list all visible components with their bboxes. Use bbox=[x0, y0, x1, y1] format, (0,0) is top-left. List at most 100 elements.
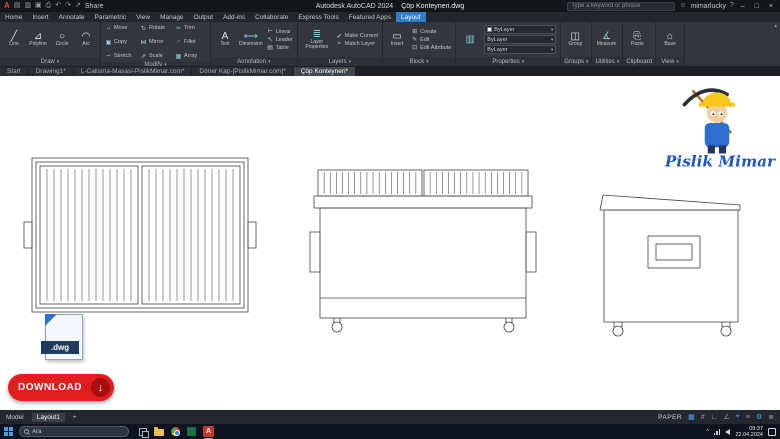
snap-icon[interactable]: # bbox=[701, 414, 705, 421]
trim-tool-button[interactable]: ✂Trim bbox=[175, 25, 206, 32]
start-button[interactable] bbox=[4, 427, 13, 436]
table-tool-button[interactable]: ▤Table bbox=[267, 44, 293, 51]
make-current-button[interactable]: ✔Make Current bbox=[336, 33, 378, 40]
panel-label-clipboard[interactable]: Clipboard bbox=[623, 57, 655, 66]
polar-tracking-icon[interactable]: ∠ bbox=[724, 413, 730, 421]
maximize-button[interactable]: □ bbox=[752, 3, 762, 10]
plot-icon[interactable]: ⎙ bbox=[46, 0, 52, 12]
ribbon-tab-express-tools[interactable]: Express Tools bbox=[293, 12, 343, 22]
edit-attribute-button[interactable]: ⊡Edit Attribute bbox=[411, 44, 451, 51]
autocad-logo-icon[interactable]: A bbox=[4, 0, 10, 12]
close-button[interactable]: × bbox=[766, 3, 776, 10]
minimize-button[interactable]: – bbox=[738, 3, 748, 10]
group-button[interactable]: ◫ Group bbox=[565, 31, 585, 48]
move-tool-button[interactable]: ↔Move bbox=[105, 25, 136, 31]
share-label[interactable]: Share bbox=[85, 3, 104, 10]
lineweight-dropdown[interactable]: ByLayer▾ bbox=[484, 45, 556, 54]
ribbon-tab-output[interactable]: Output bbox=[189, 12, 219, 22]
text-tool-button[interactable]: A Text bbox=[215, 31, 235, 48]
ribbon-tab-annotate[interactable]: Annotate bbox=[54, 12, 90, 22]
taskbar-search[interactable] bbox=[19, 426, 129, 437]
panel-label-groups[interactable]: Groups ▾ bbox=[561, 57, 591, 66]
color-dropdown[interactable]: ByLayer▾ bbox=[484, 25, 556, 34]
excel-icon[interactable] bbox=[187, 427, 196, 436]
file-tab-start[interactable]: Start bbox=[0, 67, 28, 76]
ribbon-tab-layout[interactable]: Layout bbox=[396, 12, 426, 22]
grid-icon[interactable]: ▦ bbox=[688, 413, 695, 421]
file-explorer-icon[interactable] bbox=[154, 429, 164, 436]
download-button[interactable]: DOWNLOAD ↓ bbox=[8, 374, 114, 401]
mirror-tool-button[interactable]: ⋈Mirror bbox=[140, 39, 171, 46]
panel-label-view[interactable]: View ▾ bbox=[656, 57, 684, 66]
panel-label-layers[interactable]: Layers ▾ bbox=[298, 57, 382, 66]
polyline-tool-button[interactable]: ⊿ Polyline bbox=[28, 31, 48, 48]
array-tool-button[interactable]: ▦Array bbox=[175, 53, 206, 60]
taskbar-clock[interactable]: 09:37 22.04.2024 bbox=[735, 426, 763, 438]
open-file-icon[interactable]: ▥ bbox=[24, 0, 31, 12]
measure-button[interactable]: ∡ Measure bbox=[596, 31, 616, 48]
edit-block-button[interactable]: ✎Edit bbox=[411, 36, 451, 43]
panel-label-annotation[interactable]: Annotation ▾ bbox=[211, 57, 297, 66]
rotate-tool-button[interactable]: ↻Rotate bbox=[140, 25, 171, 32]
add-layout-button[interactable]: + bbox=[73, 414, 77, 421]
panel-label-draw[interactable]: Draw ▾ bbox=[0, 57, 100, 66]
help-icon[interactable]: ? bbox=[730, 0, 734, 12]
ribbon-tab-featured-apps[interactable]: Featured Apps bbox=[344, 12, 396, 22]
file-tab-calisma-masasi[interactable]: L-Calisma-Masasi-PislikMimar.com* bbox=[74, 67, 192, 76]
insert-block-button[interactable]: ▭ Insert bbox=[387, 31, 407, 48]
workspace-gear-icon[interactable]: ⚙ bbox=[756, 413, 762, 421]
paper-space-toggle[interactable]: PAPER bbox=[658, 414, 682, 421]
file-tab-doner-kap[interactable]: Döner Kap-[PislikMimar.com]* bbox=[192, 67, 292, 76]
panel-label-utilities[interactable]: Utilities ▾ bbox=[592, 57, 622, 66]
undo-icon[interactable]: ↶ bbox=[55, 0, 61, 12]
paste-button[interactable]: ⎘ Paste bbox=[627, 31, 647, 48]
linetype-dropdown[interactable]: ByLayer▾ bbox=[484, 35, 556, 44]
copy-tool-button[interactable]: ▣Copy bbox=[105, 39, 136, 46]
new-file-icon[interactable]: ▤ bbox=[14, 0, 21, 12]
ribbon-tab-manage[interactable]: Manage bbox=[155, 12, 189, 22]
fillet-tool-button[interactable]: ◜Fillet bbox=[175, 39, 206, 46]
autocad-taskbar-icon[interactable]: A bbox=[203, 426, 214, 437]
ribbon-collapse-icon[interactable]: ▴ bbox=[774, 23, 777, 29]
panel-label-block[interactable]: Block ▾ bbox=[383, 57, 455, 66]
ribbon-tab-insert[interactable]: Insert bbox=[27, 12, 53, 22]
username-label[interactable]: mimarlucky bbox=[690, 3, 725, 10]
osnap-icon[interactable]: ⌖ bbox=[736, 413, 740, 421]
match-properties-button[interactable]: ▥ bbox=[460, 34, 480, 45]
circle-tool-button[interactable]: ○ Circle bbox=[52, 31, 72, 48]
taskbar-search-input[interactable] bbox=[32, 429, 124, 435]
arc-tool-button[interactable]: ◠ Arc bbox=[76, 31, 96, 48]
layer-properties-button[interactable]: ≣ Layer Properties bbox=[302, 29, 332, 51]
volume-icon[interactable] bbox=[725, 429, 730, 435]
ribbon-tab-home[interactable]: Home bbox=[0, 12, 27, 22]
ribbon-tab-view[interactable]: View bbox=[131, 12, 155, 22]
tray-expand-icon[interactable]: ^ bbox=[706, 429, 709, 435]
base-view-button[interactable]: ⌂ Base bbox=[660, 31, 680, 48]
layout1-tab[interactable]: Layout1 bbox=[32, 413, 65, 422]
notification-center-icon[interactable] bbox=[768, 428, 776, 436]
task-view-icon[interactable] bbox=[139, 428, 147, 436]
create-block-button[interactable]: ⊞Create bbox=[411, 28, 451, 35]
linear-tool-button[interactable]: ⊢Linear bbox=[267, 28, 293, 35]
drawing-canvas[interactable]: Pislik Mimar .dwg DOWNLOAD ↓ bbox=[0, 76, 780, 410]
customize-icon[interactable]: ≣ bbox=[768, 413, 774, 421]
match-layer-button[interactable]: ≈Match Layer bbox=[336, 41, 378, 47]
stretch-tool-button[interactable]: ⇔Stretch bbox=[105, 53, 136, 59]
redo-icon[interactable]: ↷ bbox=[65, 0, 71, 12]
panel-label-properties[interactable]: Properties ▾ bbox=[456, 57, 560, 66]
ribbon-tab-parametric[interactable]: Parametric bbox=[90, 12, 131, 22]
save-icon[interactable]: ▣ bbox=[35, 0, 42, 12]
dimension-tool-button[interactable]: ⟷ Dimension bbox=[239, 31, 263, 48]
ribbon-tab-collaborate[interactable]: Collaborate bbox=[250, 12, 293, 22]
scale-tool-button[interactable]: ⇗Scale bbox=[140, 53, 171, 60]
share-icon[interactable]: ↗ bbox=[75, 0, 81, 12]
leader-tool-button[interactable]: ↖Leader bbox=[267, 36, 293, 43]
file-tab-cop-konteyneri[interactable]: Çöp Konteyneri* bbox=[294, 67, 355, 76]
help-search-input[interactable] bbox=[567, 2, 675, 11]
model-tab[interactable]: Model bbox=[6, 414, 24, 421]
line-tool-button[interactable]: ╱ Line bbox=[4, 31, 24, 48]
ortho-icon[interactable]: ∟ bbox=[711, 414, 718, 421]
file-tab-drawing1[interactable]: Drawing1* bbox=[29, 67, 73, 76]
network-icon[interactable] bbox=[714, 429, 721, 435]
ribbon-tab-addins[interactable]: Add-ins bbox=[218, 12, 250, 22]
